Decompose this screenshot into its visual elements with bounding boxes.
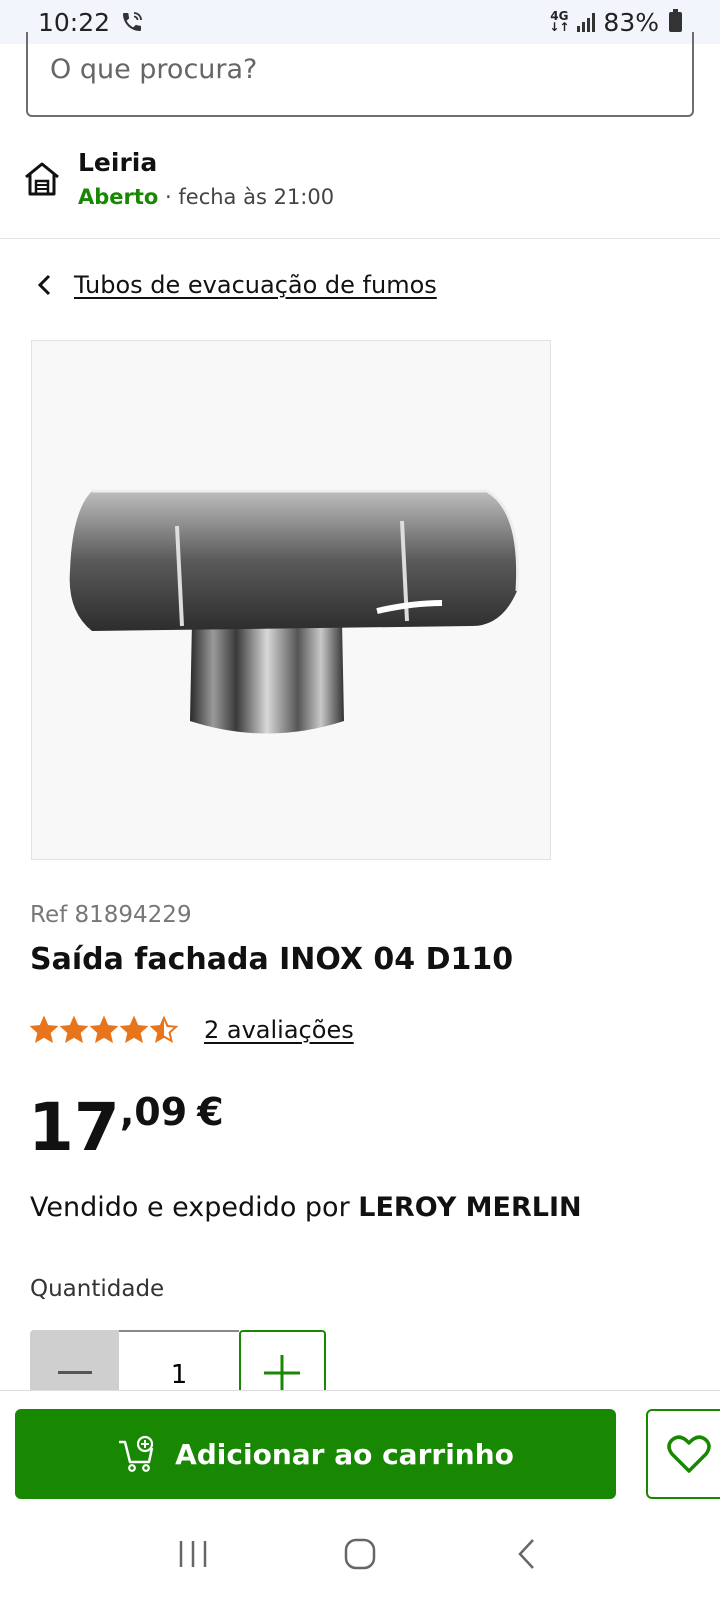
search-box[interactable] [26,32,694,117]
star-full-icon [90,1016,118,1044]
bottom-action-bar: Adicionar ao carrinho [0,1390,720,1508]
rating-stars [30,1016,178,1044]
quantity-value[interactable]: 1 [119,1330,239,1398]
plus-icon [264,1355,301,1391]
search-input[interactable] [50,54,650,85]
product-price: 17 ,09 € [28,1092,224,1164]
reviews-link[interactable]: 2 avaliações [204,1016,354,1044]
product-rating: 2 avaliações [30,1016,354,1044]
breadcrumb-link[interactable]: Tubos de evacuação de fumos [74,271,437,299]
heart-icon [667,1435,711,1473]
chevron-left-icon[interactable] [30,270,60,300]
recent-apps-icon [180,1541,207,1567]
minus-icon [57,1370,92,1374]
store-open-label: Aberto [78,185,159,209]
store-status: Aberto · fecha às 21:00 [78,185,334,209]
wishlist-button[interactable] [646,1409,720,1499]
home-icon [344,1538,376,1570]
store-hours: · fecha às 21:00 [158,185,335,209]
call-icon [123,12,142,31]
signal-icon [577,12,596,32]
breadcrumb[interactable]: Tubos de evacuação de fumos [30,270,437,300]
price-integer: 17 [28,1089,120,1166]
star-full-icon [30,1016,58,1044]
seller-info: Vendido e expedido por LEROY MERLIN [30,1192,582,1223]
battery-icon [669,9,682,32]
product-image[interactable] [31,340,551,860]
product-ref: Ref 81894229 [30,902,192,928]
recent-apps-button[interactable] [163,1529,223,1579]
quantity-decrease-button[interactable] [30,1330,120,1398]
price-decimals: ,09 [119,1090,188,1134]
seller-prefix: Vendido e expedido por [30,1192,359,1223]
add-to-cart-button[interactable]: Adicionar ao carrinho [15,1409,616,1499]
star-half-icon [150,1016,178,1044]
quantity-stepper: 1 [30,1330,326,1398]
divider [0,238,720,239]
product-photo [69,489,520,734]
cart-add-icon [119,1435,154,1472]
home-button[interactable] [330,1529,390,1579]
store-icon [25,162,59,195]
price-currency: € [197,1090,224,1134]
store-selector[interactable]: Leiria Aberto · fecha às 21:00 [22,148,334,209]
back-button[interactable] [497,1529,557,1579]
seller-name: LEROY MERLIN [358,1192,582,1223]
network-type: 4G ↓↑ [549,9,570,34]
add-to-cart-label: Adicionar ao carrinho [175,1437,514,1471]
product-title: Saída fachada INOX 04 D110 [30,942,514,977]
store-name: Leiria [78,148,158,177]
system-nav-bar [0,1508,720,1600]
star-full-icon [60,1016,88,1044]
quantity-increase-button[interactable] [238,1330,326,1398]
quantity-label: Quantidade [30,1276,165,1302]
star-full-icon [120,1016,148,1044]
back-icon [517,1539,534,1569]
